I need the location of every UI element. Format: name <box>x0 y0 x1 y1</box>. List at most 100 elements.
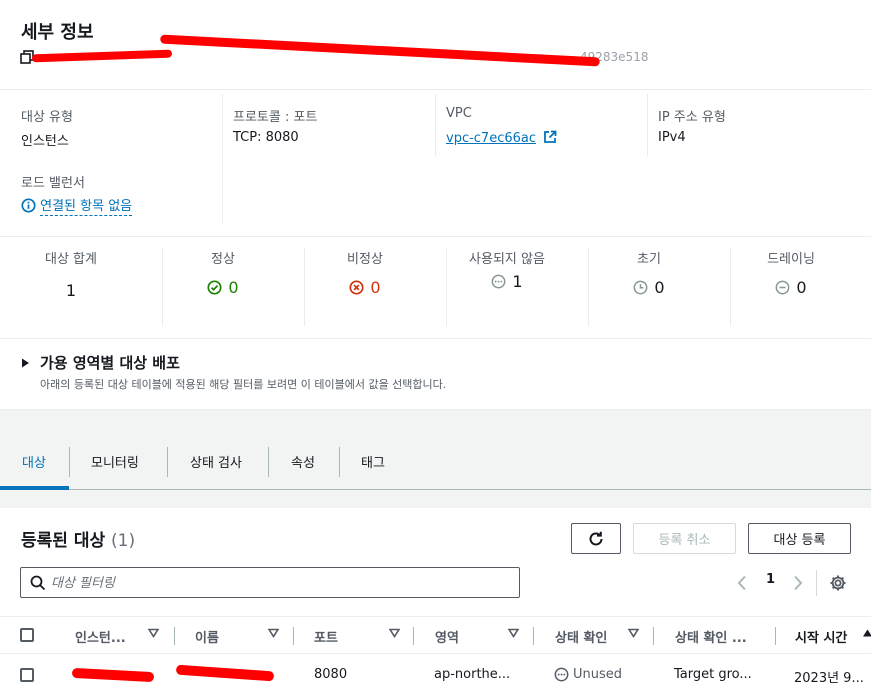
clock-icon <box>633 280 648 295</box>
sort-caret-icon[interactable] <box>628 628 639 638</box>
stat-unhealthy-value[interactable]: 0 <box>314 278 416 297</box>
registered-targets-heading: 등록된 대상 <box>21 531 106 551</box>
vpc-link-text[interactable]: vpc-c7ec66ac <box>446 131 536 146</box>
caret-right-icon <box>22 358 29 367</box>
stat-initial-value[interactable]: 0 <box>598 278 700 297</box>
redaction-instance-id <box>71 667 155 683</box>
column-zone[interactable]: 영역 <box>435 627 459 646</box>
health-status-text: Unused <box>573 667 623 682</box>
target-filter-input[interactable] <box>51 573 511 593</box>
table-header: 인스턴... 이름 포트 영역 상태 확인 상태 확인 ... 시작 시간 <box>0 616 871 654</box>
column-instance[interactable]: 인스턴... <box>75 627 126 646</box>
divider <box>588 248 589 326</box>
stat-healthy[interactable]: 정상 0 <box>172 250 274 297</box>
row-health-status: Unused <box>554 667 622 682</box>
tab-active-indicator <box>0 486 69 490</box>
tab-health-checks[interactable]: 상태 검사 <box>190 452 242 471</box>
register-targets-button[interactable]: 대상 등록 <box>748 523 851 554</box>
row-zone: ap-northe... <box>434 667 511 682</box>
stat-unhealthy[interactable]: 비정상 0 <box>314 250 416 297</box>
draining-count: 0 <box>796 278 807 297</box>
tab-separator <box>167 447 168 477</box>
stat-unused[interactable]: 사용되지 않음 1 <box>456 250 558 291</box>
x-circle-icon <box>349 280 364 295</box>
divider <box>0 236 871 237</box>
stat-initial-label: 초기 <box>637 252 661 267</box>
unused-count: 1 <box>512 272 523 291</box>
divider <box>0 89 871 90</box>
stat-unused-value[interactable]: 1 <box>456 272 558 291</box>
divider <box>0 338 871 339</box>
chevron-right-icon[interactable] <box>793 575 803 591</box>
refresh-button[interactable] <box>571 523 621 554</box>
column-separator[interactable] <box>775 627 776 645</box>
divider <box>304 248 305 326</box>
stat-healthy-value[interactable]: 0 <box>172 278 274 297</box>
sort-up-icon[interactable] <box>862 628 871 638</box>
ip-type-value: IPv4 <box>658 130 686 145</box>
external-link-icon <box>544 130 557 143</box>
stat-draining-label: 드레이닝 <box>767 252 815 267</box>
stat-total-value: 1 <box>65 281 77 300</box>
details-title: 세부 정보 <box>21 22 94 43</box>
divider <box>446 248 447 326</box>
sort-caret-icon[interactable] <box>508 628 519 638</box>
column-separator[interactable] <box>533 627 534 645</box>
search-icon <box>30 575 46 591</box>
registered-targets-count: (1) <box>111 531 136 551</box>
target-filter[interactable] <box>20 567 520 598</box>
column-separator[interactable] <box>653 627 654 645</box>
column-name[interactable]: 이름 <box>195 627 219 646</box>
info-icon <box>21 198 36 213</box>
stat-draining-value[interactable]: 0 <box>740 278 842 297</box>
redaction-instance-name <box>175 664 275 682</box>
az-expander[interactable]: 가용 영역별 대상 배포 <box>21 352 180 373</box>
sort-caret-icon[interactable] <box>389 628 400 638</box>
row-port: 8080 <box>314 667 348 682</box>
load-balancer-link[interactable]: 연결된 항목 없음 <box>40 199 133 216</box>
stat-draining[interactable]: 드레이닝 0 <box>740 250 842 297</box>
sort-caret-icon[interactable] <box>268 628 279 638</box>
stat-unused-label: 사용되지 않음 <box>469 252 545 267</box>
column-health-details[interactable]: 상태 확인 ... <box>675 627 747 646</box>
column-launch-time[interactable]: 시작 시간 <box>795 627 847 646</box>
unhealthy-count: 0 <box>370 278 381 297</box>
row-checkbox[interactable] <box>20 668 34 682</box>
stat-unhealthy-label: 비정상 <box>347 252 383 267</box>
load-balancer-value[interactable]: 연결된 항목 없음 <box>21 195 133 216</box>
stat-healthy-label: 정상 <box>211 252 235 267</box>
arn-row: 49283e518 <box>20 34 660 67</box>
select-all-checkbox[interactable] <box>20 628 34 642</box>
column-port[interactable]: 포트 <box>314 627 338 646</box>
protocol-port-label: 프로토콜 : 포트 <box>233 110 318 125</box>
divider <box>435 94 436 156</box>
column-health-status[interactable]: 상태 확인 <box>555 627 607 646</box>
tab-tags[interactable]: 태그 <box>361 452 385 471</box>
page-number[interactable]: 1 <box>766 572 775 587</box>
vpc-link[interactable]: vpc-c7ec66ac <box>446 130 557 146</box>
row-launch-time: 2023년 9... <box>794 671 864 686</box>
stat-total-label: 대상 합계 <box>45 252 97 267</box>
minus-circle-icon <box>775 280 790 295</box>
gear-icon[interactable] <box>829 574 847 592</box>
column-separator[interactable] <box>174 627 175 645</box>
registered-targets-panel: 등록된 대상 (1) 등록 취소 대상 등록 1 인스턴... 이름 포트 <box>0 508 871 694</box>
ellipsis-circle-icon <box>554 667 569 682</box>
tab-bar: 대상 모니터링 상태 검사 속성 태그 <box>0 432 871 490</box>
tab-attributes[interactable]: 속성 <box>291 452 315 471</box>
column-separator[interactable] <box>293 627 294 645</box>
protocol-port-value: TCP: 8080 <box>233 130 299 145</box>
target-type-value: 인스턴스 <box>21 134 69 149</box>
chevron-left-icon[interactable] <box>737 575 747 591</box>
divider <box>647 94 648 156</box>
deregister-button[interactable]: 등록 취소 <box>633 523 736 554</box>
sort-caret-icon[interactable] <box>148 628 159 638</box>
tab-separator <box>268 447 269 477</box>
refresh-icon <box>589 531 603 545</box>
divider <box>816 570 817 596</box>
tab-targets[interactable]: 대상 <box>22 452 46 471</box>
ellipsis-circle-icon <box>491 274 506 289</box>
stat-initial[interactable]: 초기 0 <box>598 250 700 297</box>
column-separator[interactable] <box>413 627 414 645</box>
tab-monitoring[interactable]: 모니터링 <box>91 452 139 471</box>
